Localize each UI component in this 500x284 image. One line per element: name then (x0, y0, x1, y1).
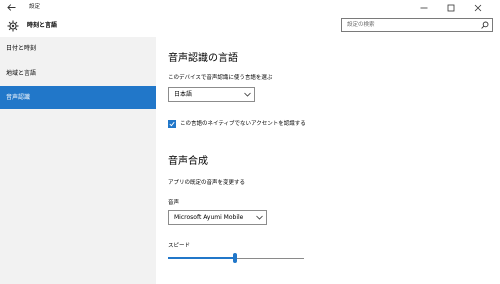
home-button[interactable] (6, 19, 20, 33)
maximize-button[interactable] (437, 0, 464, 15)
app-title: 設定 (29, 4, 41, 10)
back-arrow-icon (6, 4, 15, 11)
language-dropdown-value: 日本語 (174, 91, 193, 98)
main-content: 音声認識の言語 このデバイスで音声認識に使う言語を選ぶ 日本語 この言語のネイテ… (156, 37, 500, 284)
back-button[interactable] (4, 2, 18, 13)
speed-label: スピード (168, 243, 191, 249)
speed-slider-fill (168, 257, 235, 259)
maximize-icon (447, 4, 454, 11)
search-box[interactable] (341, 18, 493, 32)
search-input[interactable] (342, 19, 477, 31)
search-icon (481, 21, 489, 29)
close-button[interactable] (464, 0, 491, 15)
language-dropdown[interactable]: 日本語 (168, 87, 255, 102)
non-native-accent-checkbox[interactable] (168, 120, 176, 128)
speech-synthesis-heading: 音声合成 (168, 156, 208, 167)
default-voice-description: アプリの既定の音声を変更する (168, 180, 246, 186)
non-native-accent-label[interactable]: この言語のネイティブでないアクセントを認識する (180, 119, 306, 127)
minimize-icon (420, 7, 427, 8)
close-icon (474, 4, 481, 11)
settings-window: 設定 時刻と言語 設定の検索 日付と時刻 地域と言語 音声認識 音声認識の言語 … (0, 0, 500, 284)
search-button[interactable] (480, 20, 490, 30)
sidebar-item-speech[interactable]: 音声認識 (0, 86, 156, 109)
sidebar-item-region-language[interactable]: 地域と言語 (0, 62, 156, 85)
checkmark-icon (169, 121, 175, 127)
chevron-down-icon (255, 214, 263, 221)
gear-icon (7, 20, 19, 32)
voice-dropdown-value: Microsoft Ayumi Mobile (174, 214, 244, 221)
sidebar-item-date-time[interactable]: 日付と時刻 (0, 37, 156, 60)
language-select-label: このデバイスで音声認識に使う言語を選ぶ (168, 75, 273, 81)
minimize-button[interactable] (410, 0, 437, 15)
title-bar: 設定 (0, 0, 500, 15)
sidebar: 日付と時刻 地域と言語 音声認識 (0, 37, 156, 284)
chevron-down-icon (243, 91, 251, 98)
speed-slider-thumb[interactable] (233, 253, 237, 263)
voice-label: 音声 (168, 200, 180, 206)
page-title: 時刻と言語 (27, 22, 58, 29)
speech-recognition-heading: 音声認識の言語 (168, 53, 238, 64)
voice-dropdown[interactable]: Microsoft Ayumi Mobile (168, 210, 267, 225)
